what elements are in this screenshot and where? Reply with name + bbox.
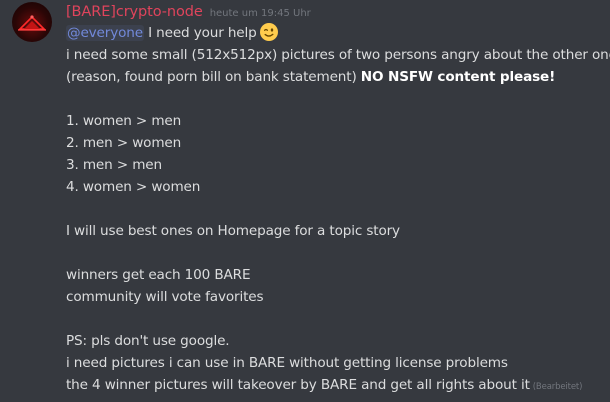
help-text: I need your help: [143, 25, 257, 41]
takeover-text: the 4 winner pictures will takeover by B…: [66, 377, 530, 393]
chat-message: [BARE]crypto-node heute um 19:45 Uhr @ev…: [0, 0, 610, 402]
message-line: i need some small (512x512px) pictures o…: [66, 47, 610, 63]
message-line: community will vote favorites: [66, 289, 264, 305]
message-line: @everyone I need your help: [66, 22, 606, 44]
avatar[interactable]: [12, 2, 52, 42]
list-item: 4. women > women: [66, 179, 201, 195]
list-item: 2. men > women: [66, 135, 182, 151]
timestamp: heute um 19:45 Uhr: [209, 8, 311, 19]
message-line: PS: pls don't use google.: [66, 333, 230, 349]
nsfw-warning: NO NSFW content please!: [360, 69, 556, 85]
username[interactable]: [BARE]crypto-node: [66, 4, 203, 20]
list-item: 3. men > men: [66, 157, 162, 173]
list-item: 1. women > men: [66, 113, 182, 129]
message-line: winners get each 100 BARE: [66, 267, 251, 283]
node-logo-icon: [18, 15, 46, 31]
message-line: I will use best ones on Homepage for a t…: [66, 223, 400, 239]
edited-marker: (Bearbeitet): [532, 382, 583, 392]
reason-text: (reason, found porn bill on bank stateme…: [66, 69, 361, 85]
message-line: (reason, found porn bill on bank stateme…: [66, 66, 606, 88]
message-line: i need pictures i can use in BARE withou…: [66, 355, 508, 371]
message-content: [BARE]crypto-node heute um 19:45 Uhr @ev…: [66, 0, 610, 396]
message-header: [BARE]crypto-node heute um 19:45 Uhr: [66, 0, 606, 22]
everyone-mention[interactable]: @everyone: [66, 25, 144, 41]
message-line: the 4 winner pictures will takeover by B…: [66, 374, 606, 396]
